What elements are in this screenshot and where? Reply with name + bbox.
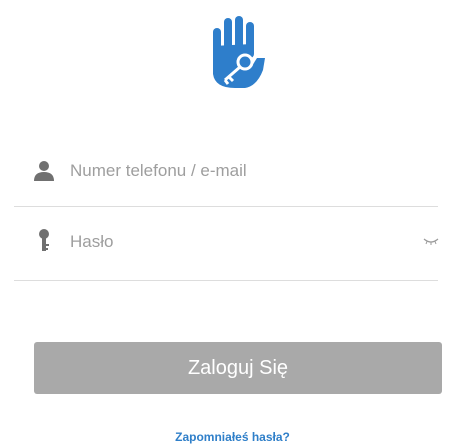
phone-email-field [14, 134, 438, 207]
key-icon [39, 229, 49, 251]
password-field [14, 208, 439, 281]
login-screen: Zaloguj Się Zapomniałeś hasła? [0, 0, 465, 447]
hand-with-key-icon [213, 16, 265, 88]
password-input[interactable] [70, 227, 400, 257]
forgot-password-link[interactable]: Zapomniałeś hasła? [0, 430, 465, 444]
login-button[interactable]: Zaloguj Się [34, 342, 442, 394]
phone-email-input[interactable] [70, 156, 400, 186]
user-icon [34, 161, 54, 181]
eye-closed-icon[interactable] [423, 236, 439, 246]
